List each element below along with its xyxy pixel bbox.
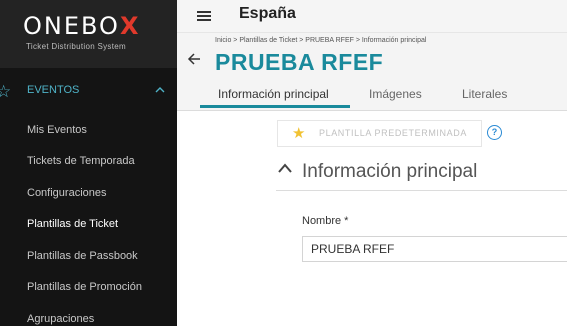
sidebar-item-plantillas-de-promocion[interactable]: Plantillas de Promoción xyxy=(27,281,142,293)
help-circle-icon[interactable]: ? xyxy=(487,125,502,140)
tab-literales[interactable]: Literales xyxy=(462,87,507,101)
sidebar-item-plantillas-de-passbook[interactable]: Plantillas de Passbook xyxy=(27,250,138,262)
star-icon: ★ xyxy=(292,124,306,142)
hamburger-icon[interactable] xyxy=(197,11,211,21)
breadcrumb[interactable]: Inicio > Plantillas de Ticket > PRUEBA R… xyxy=(215,37,426,44)
logo-area: ONEBOX Ticket Distribution System xyxy=(0,0,177,68)
sidebar-item-tickets-de-temporada[interactable]: Tickets de Temporada xyxy=(27,155,135,167)
name-field[interactable] xyxy=(302,236,567,262)
chevron-up-icon[interactable] xyxy=(277,160,293,179)
name-field-label: Nombre * xyxy=(302,215,349,227)
arrow-left-icon[interactable] xyxy=(187,51,201,70)
tab-imagenes[interactable]: Imágenes xyxy=(369,87,422,101)
sidebar-item-configuraciones[interactable]: Configuraciones xyxy=(27,187,107,199)
default-template-label: PLANTILLA PREDETERMINADA xyxy=(319,128,467,138)
sidebar-item-agrupaciones[interactable]: Agrupaciones xyxy=(27,313,94,325)
sidebar-section-label: EVENTOS xyxy=(27,84,80,96)
active-tab-indicator xyxy=(200,105,350,108)
page-title: PRUEBA RFEF xyxy=(215,49,384,75)
sidebar: ONEBOX Ticket Distribution System ☆ EVEN… xyxy=(0,0,177,326)
logo[interactable]: ONEBOX xyxy=(23,12,140,40)
logo-subtitle: Ticket Distribution System xyxy=(26,42,126,51)
sidebar-item-plantillas-de-ticket[interactable]: Plantillas de Ticket xyxy=(27,218,118,230)
default-template-button[interactable]: ★ PLANTILLA PREDETERMINADA xyxy=(277,120,482,147)
topbar-title: España xyxy=(239,5,296,22)
sidebar-item-mis-eventos[interactable]: Mis Eventos xyxy=(27,124,87,136)
section-divider xyxy=(276,190,567,191)
chevron-up-icon xyxy=(155,83,165,96)
tab-informacion-principal[interactable]: Información principal xyxy=(218,87,329,101)
section-title: Información principal xyxy=(302,161,478,182)
page-header: Inicio > Plantillas de Ticket > PRUEBA R… xyxy=(177,33,567,111)
star-outline-icon: ☆ xyxy=(0,82,12,102)
sidebar-section-eventos[interactable]: ☆ EVENTOS xyxy=(0,74,177,108)
top-bar: España xyxy=(177,0,567,33)
